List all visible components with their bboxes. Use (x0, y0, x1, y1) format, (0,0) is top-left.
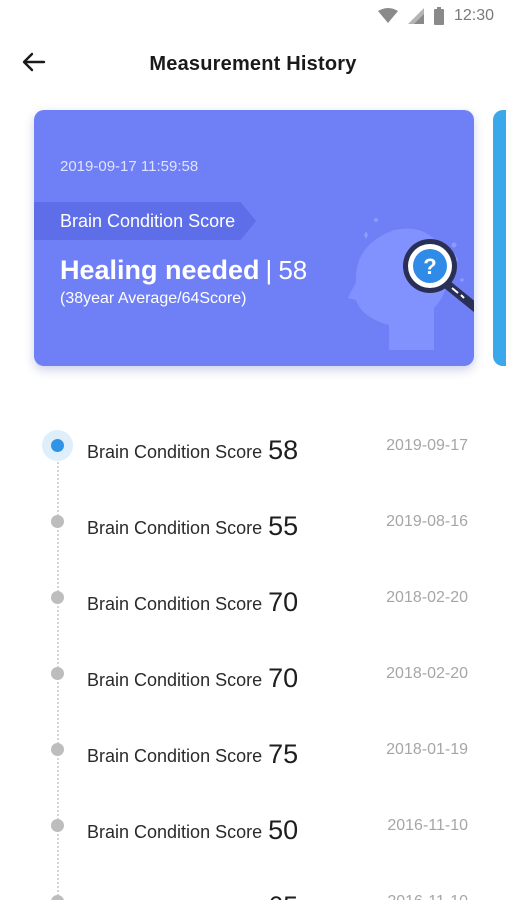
battery-icon (433, 7, 444, 25)
history-item-label: Brain Condition Score (87, 442, 263, 462)
history-item-score: 70 (268, 663, 299, 693)
history-item-label-group: Brain Condition Score 58 (87, 434, 298, 465)
page-title: Measurement History (149, 52, 357, 75)
history-item-label: Brain Condition Score (87, 670, 263, 690)
score-label: Brain Condition Score (60, 211, 236, 231)
status-line: Healing needed | 58 (60, 255, 307, 286)
history-list-item[interactable]: Brain Condition Score 70 2018-02-20 (0, 560, 506, 636)
card-date: 2019-09-17 11:59:58 (60, 158, 199, 175)
status-time: 12:30 (453, 7, 494, 24)
history-list-item[interactable]: Brain Condition Score 50 2016-11-10 (0, 788, 506, 864)
timeline-dot (51, 667, 64, 680)
back-button[interactable] (18, 50, 50, 78)
history-item-label: Brain Condition Score (87, 594, 263, 614)
history-item-label-group: Brain Condition Score 55 (87, 510, 298, 541)
timeline-dot (51, 591, 64, 604)
timeline-dot (51, 819, 64, 832)
history-list-item[interactable]: Brain Condition Score 70 2018-02-20 (0, 636, 506, 712)
score-value: 58 (278, 255, 308, 285)
history-item-label-group: Brain Condition Score 50 (87, 814, 298, 845)
history-item-score: 50 (268, 815, 299, 845)
history-item-label: Brain Condition Score (87, 746, 263, 766)
history-item-label-group: Brain Condition Score 70 (87, 662, 298, 693)
timeline-dot (51, 515, 64, 528)
timeline-dot-active (42, 430, 73, 461)
head-magnifier-question-icon: ? (334, 190, 474, 350)
history-list-item[interactable]: Brain Condition Score 58 2019-09-17 (0, 408, 506, 484)
history-item-date: 2016-11-10 (387, 893, 468, 900)
history-item-score: 58 (268, 435, 299, 465)
history-item-date: 2018-01-19 (386, 741, 468, 758)
svg-text:?: ? (423, 254, 436, 279)
history-item-date: 2018-02-20 (386, 589, 468, 606)
history-list-item[interactable]: Brain Condition Score 75 2018-01-19 (0, 712, 506, 788)
history-item-score: 70 (268, 587, 299, 617)
average-subtext: (38year Average/64Score) (60, 290, 247, 307)
history-item-label-group: Brain Condition Score 70 (87, 586, 298, 617)
history-item-label: Brain Condition Score (87, 822, 263, 842)
cell-signal-icon (407, 8, 424, 24)
history-item-score: 65 (268, 891, 298, 900)
measurement-history-screen: 12:30 Measurement History 2019-09-17 11:… (0, 0, 506, 900)
wifi-icon (377, 8, 398, 24)
summary-card[interactable]: 2019-09-17 11:59:58 Brain Condition Scor… (34, 110, 474, 366)
history-item-date: 2018-02-20 (386, 665, 468, 682)
history-item-score: 55 (268, 511, 299, 541)
separator: | (265, 255, 273, 285)
timeline-dot (51, 895, 64, 900)
score-label-tag: Brain Condition Score (34, 202, 256, 240)
condition-status: Healing needed (60, 255, 260, 285)
history-item-label: Brain Condition Score (87, 518, 263, 538)
history-item-label-group: Brain Condition Score65 (87, 890, 298, 900)
history-item-date: 2019-09-17 (386, 437, 468, 454)
history-item-label-group: Brain Condition Score 75 (87, 738, 298, 769)
history-list-item[interactable]: Brain Condition Score 55 2019-08-16 (0, 484, 506, 560)
timeline-dot (51, 743, 64, 756)
history-item-date: 2019-08-16 (386, 513, 468, 530)
history-item-date: 2016-11-10 (387, 817, 468, 834)
next-summary-card[interactable] (493, 110, 506, 366)
arrow-left-icon (22, 52, 46, 77)
status-bar: 12:30 (0, 0, 506, 32)
app-bar: Measurement History (0, 36, 506, 92)
history-item-score: 75 (268, 739, 299, 769)
history-list-item[interactable]: Brain Condition Score65 2016-11-10 (0, 864, 506, 900)
